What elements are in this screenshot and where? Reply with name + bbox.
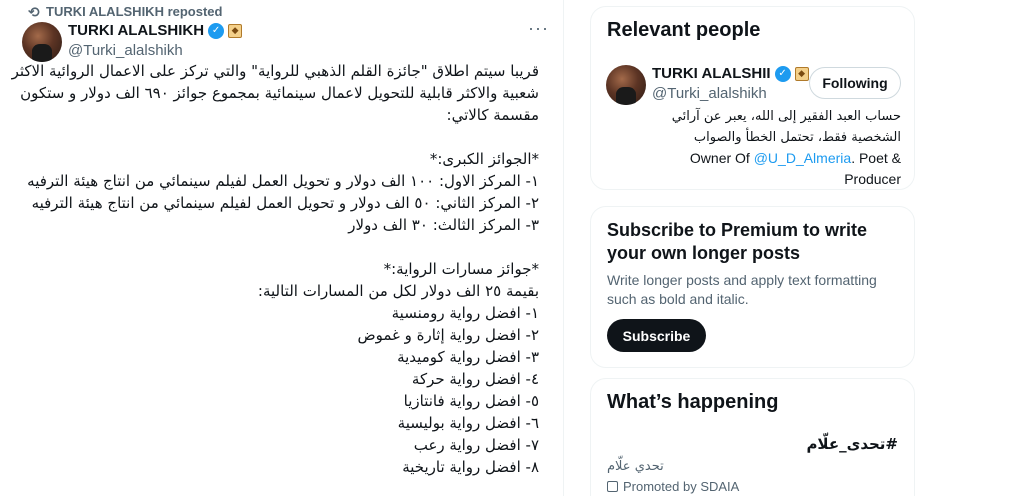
trend-hashtag[interactable]: #تحدى_علّام [806,435,898,453]
bio-owner-prefix: Owner Of [689,150,754,166]
post-line: *الجوائز الكبرى:* [429,150,539,168]
repost-icon: ⟲ [28,4,40,20]
following-button[interactable]: Following [809,67,901,99]
post-line-gap [19,236,539,258]
post-line: *جوائز مسارات الرواية:* [383,260,539,278]
post-line: بقيمة ٢٥ الف دولار لكل من المسارات التال… [257,282,539,300]
affiliation-badge-icon[interactable]: ◆ [228,23,243,38]
trend-subtitle: تحدي علّام [607,459,664,474]
relevant-people-card: Relevant people TURKI ALALSHII ✓ ◆ @Turk… [590,6,915,190]
relevant-avatar[interactable] [606,65,646,105]
post-line: ٥- افضل رواية فانتازيا [403,392,539,410]
promoted-text: Promoted by SDAIA [623,479,740,494]
post-line: قريبا سيتم اطلاق "جائزة القلم الذهبي للر… [11,62,539,80]
repost-indicator[interactable]: ⟲ TURKI ALALSHIKH reposted [28,4,223,20]
premium-title: Subscribe to Premium to write your own l… [607,220,868,263]
post-line: ٤- افضل رواية حركة [411,370,539,388]
affiliation-badge-icon[interactable]: ◆ [794,66,809,81]
post-column: ⟲ TURKI ALALSHIKH reposted TURKI ALALSHI… [0,0,564,496]
bio-owner-link[interactable]: @U_D_Almeria [754,150,851,166]
post-text: قريبا سيتم اطلاق "جائزة القلم الذهبي للر… [11,60,539,478]
post-line: شعبية والاكثر قابلية للتحويل لاعمال سينم… [20,84,539,102]
bio-line: Producer [844,171,901,187]
relevant-bio: حساب العبد الفقير إلى الله، يعبر عن آرائ… [607,106,901,190]
promoted-label: Promoted by SDAIA [607,479,739,494]
post-line: ٢- المركز الثاني: ٥٠ الف دولار و تحويل ا… [31,194,539,212]
post-line: ٦- افضل رواية بوليسية [397,414,539,432]
post-line: ٢- افضل رواية إثارة و غموض [357,326,539,344]
whats-happening-title: What’s happening [607,391,779,413]
relevant-name[interactable]: TURKI ALALSHII [652,65,771,82]
premium-card: Subscribe to Premium to write your own l… [590,206,915,368]
post-line: ٧- افضل رواية رعب [413,436,539,454]
bio-owner-line: Owner Of @U_D_Almeria. Poet & [607,148,901,169]
bio-line: حساب العبد الفقير إلى الله، يعبر عن آرائ… [671,109,901,124]
promoted-icon [607,481,618,492]
post-line: ١- افضل رواية رومنسية [391,304,539,322]
post-line: مقسمة كالاتي: [446,106,539,124]
repost-label: TURKI ALALSHIKH reposted [46,4,223,19]
relevant-handle[interactable]: @Turki_alalshikh [652,85,767,102]
post-line: ١- المركز الاول: ١٠٠ الف دولار و تحويل ا… [27,172,539,190]
relevant-name-row[interactable]: TURKI ALALSHII ✓ ◆ [652,65,809,82]
bio-owner-suffix: . Poet & [851,150,901,166]
subscribe-button[interactable]: Subscribe [607,319,706,352]
bio-line: الشخصية فقط، تحتمل الخطأ والصواب [693,130,901,145]
post-line-gap [19,126,539,148]
whats-happening-card: What’s happening #تحدى_علّام تحدي علّام … [590,378,915,496]
post-line: ٣- المركز الثالث: ٣٠ الف دولار [348,216,539,234]
relevant-people-title: Relevant people [607,19,761,41]
more-dots-icon[interactable]: ··· [528,18,549,39]
author-avatar[interactable] [22,22,62,62]
author-block[interactable]: TURKI ALALSHIKH ✓ ◆ @Turki_alalshikh [68,22,243,59]
author-name[interactable]: TURKI ALALSHIKH [68,22,204,39]
author-handle[interactable]: @Turki_alalshikh [68,42,242,59]
premium-description: Write longer posts and apply text format… [607,272,877,307]
post-line: ٣- افضل رواية كوميدية [397,348,539,366]
verified-badge-icon: ✓ [774,65,791,82]
post-line: ٨- افضل رواية تاريخية [402,458,539,476]
verified-badge-icon: ✓ [208,22,225,39]
